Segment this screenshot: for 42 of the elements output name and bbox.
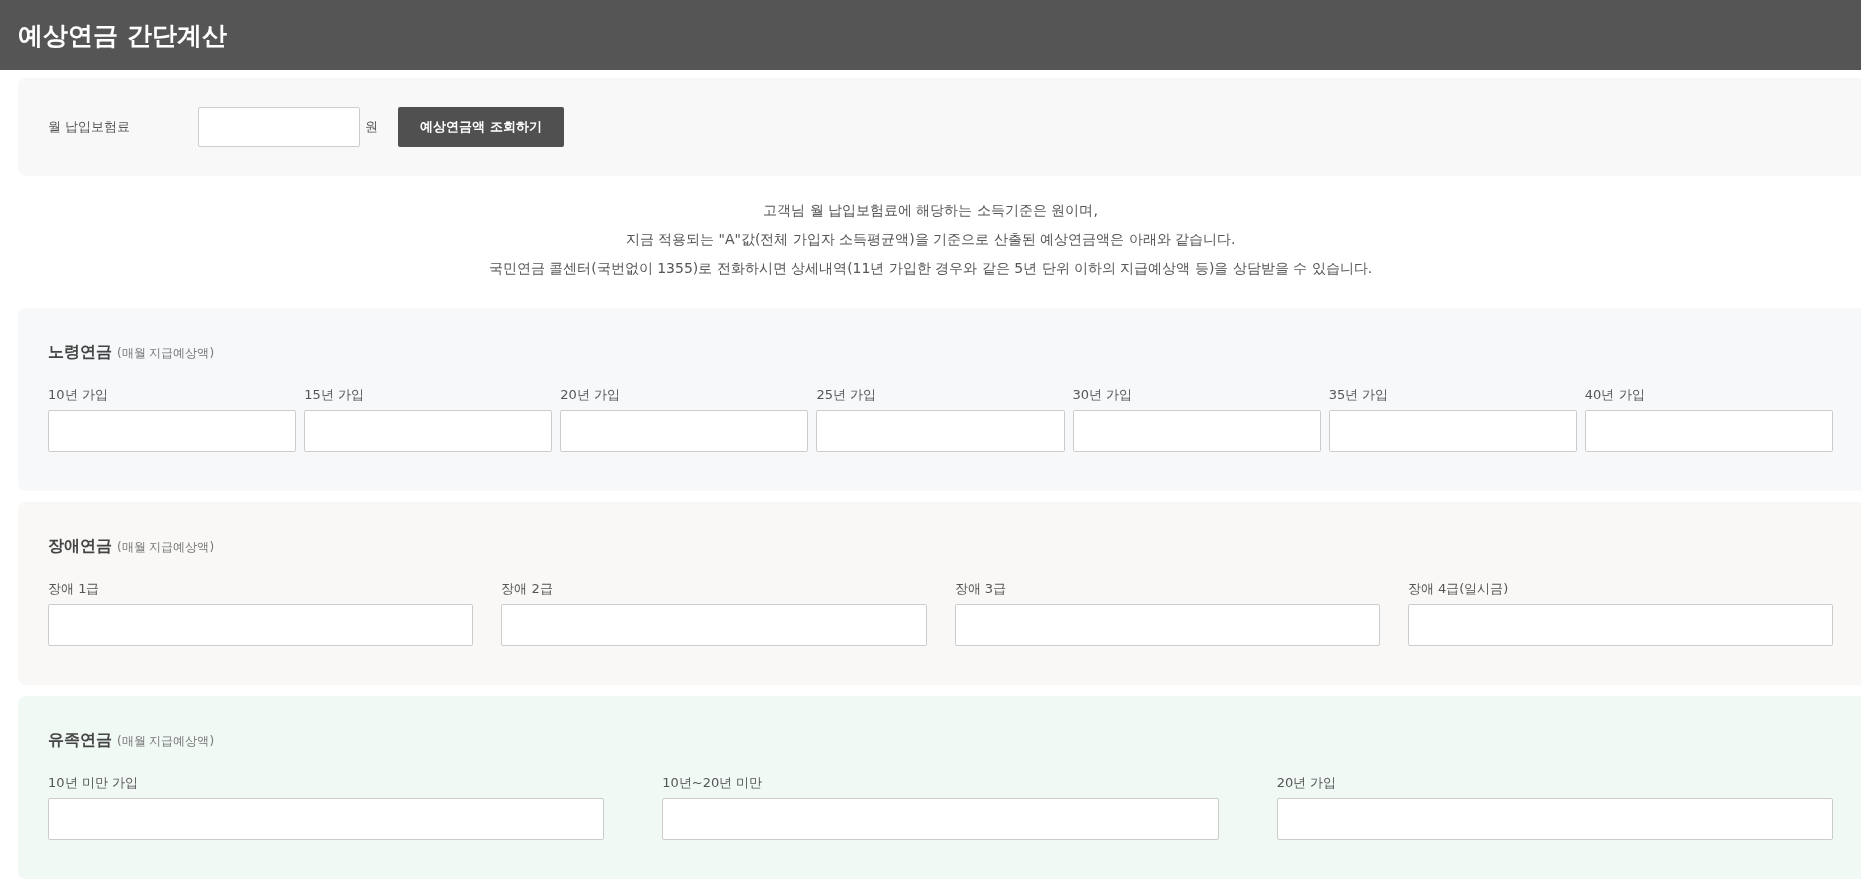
input-field[interactable] (1276, 798, 1833, 840)
field-label: 10년 가입 (48, 387, 109, 403)
field-label: 20년 가입 (560, 387, 621, 403)
field-label: 장애 1급 (48, 581, 101, 597)
field-label: 장애 4급(일시금) (1407, 581, 1510, 597)
field-label: 20년 가입 (1276, 775, 1338, 791)
unit-label: 원 (365, 118, 378, 136)
notice-text: 고객님 월 납입보험료에 해당하는 소득기준은 원이며, (763, 201, 1098, 220)
section-subtitle: (매월 지급예상액) (117, 539, 215, 556)
field-label: 25년 가입 (816, 387, 878, 403)
search-button[interactable]: 예상연금액 조회하기 (398, 107, 564, 147)
input-field[interactable] (48, 798, 605, 840)
input-field[interactable] (560, 410, 809, 452)
input-field[interactable] (1328, 410, 1577, 452)
field-label: 장애 3급 (954, 581, 1007, 597)
notice-text: 국민연금 콜센터(국번없이 1355)로 전화하시면 상세내역(11년 가입한 경우와 같은 5년 단위 이하의 지급예상액 등)을 상담받을 수 있습니다. (488, 259, 1373, 278)
section-subtitle: (매월 지급예상액) (117, 733, 215, 750)
input-field[interactable] (48, 604, 474, 646)
section-subtitle: (매월 지급예상액) (117, 345, 215, 362)
field-label: 월 납입보험료 (48, 118, 132, 136)
input-field[interactable] (501, 604, 927, 646)
section-title: 노령연금 (48, 342, 112, 363)
field-label: 30년 가입 (1072, 387, 1134, 403)
input-field[interactable] (1584, 410, 1833, 452)
input-field[interactable] (816, 410, 1065, 452)
field-label: 10년~20년 미만 (662, 775, 764, 791)
input-field[interactable] (662, 798, 1219, 840)
input-field[interactable] (48, 410, 297, 452)
field-label: 40년 가입 (1584, 387, 1646, 403)
field-label: 10년 미만 가입 (48, 775, 139, 791)
input-field[interactable] (954, 604, 1380, 646)
input-field[interactable] (1072, 410, 1321, 452)
page-title: 예상연금 간단계산 (18, 19, 227, 52)
field-label: 장애 2급 (501, 581, 554, 597)
field-label: 35년 가입 (1328, 387, 1390, 403)
section-title: 유족연금 (48, 730, 112, 751)
input-field[interactable] (1407, 604, 1833, 646)
notice-text: 지금 적용되는 "A"값(전체 가입자 소득평균액)을 기준으로 산출된 예상연금액은 아래와 같습니다. (625, 230, 1236, 249)
field-label: 15년 가입 (304, 387, 365, 403)
input-field[interactable] (304, 410, 553, 452)
section-title: 장애연금 (48, 536, 112, 557)
input-field[interactable] (198, 107, 360, 147)
